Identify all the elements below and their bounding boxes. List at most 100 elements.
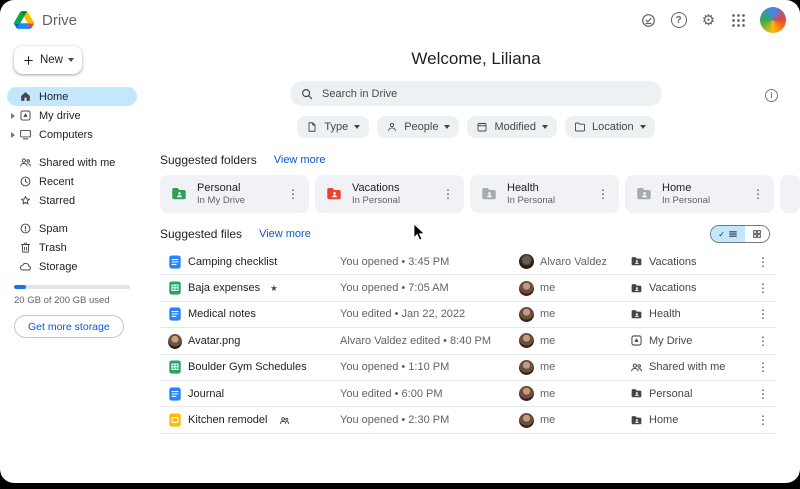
file-location[interactable]: Home bbox=[630, 414, 751, 427]
slides-file-icon bbox=[168, 413, 182, 427]
search-bar[interactable] bbox=[290, 81, 662, 106]
owner-avatar bbox=[519, 254, 534, 269]
more-options-icon[interactable]: ⋮ bbox=[753, 385, 773, 403]
folder-icon bbox=[574, 121, 586, 133]
file-row-journal[interactable]: Journal You edited • 6:00 PM me Personal… bbox=[160, 381, 775, 407]
search-input[interactable] bbox=[322, 88, 652, 100]
sidebar-item-home[interactable]: Home bbox=[7, 87, 137, 106]
more-options-icon[interactable]: ⋮ bbox=[283, 186, 303, 202]
sidebar-item-computers[interactable]: Computers bbox=[7, 125, 137, 144]
sidebar-item-starred[interactable]: Starred bbox=[7, 191, 137, 210]
filter-chip-modified[interactable]: Modified bbox=[467, 116, 557, 138]
owner-avatar bbox=[519, 360, 534, 375]
more-options-icon[interactable]: ⋮ bbox=[593, 186, 613, 202]
main-content: Welcome, Liliana i Type People bbox=[152, 40, 800, 434]
settings-gear-icon[interactable]: ⚙ bbox=[700, 12, 717, 29]
files-view-more-link[interactable]: View more bbox=[259, 228, 311, 240]
file-location[interactable]: My Drive bbox=[630, 334, 751, 347]
person-icon bbox=[386, 121, 398, 133]
shared-folder-icon bbox=[630, 414, 643, 427]
file-row-camping-checklist[interactable]: Camping checklist You opened • 3:45 PM A… bbox=[160, 249, 775, 275]
suggested-folders-title: Suggested folders bbox=[160, 153, 257, 167]
folder-card-location: In Personal bbox=[352, 195, 429, 206]
file-row-avatar-png[interactable]: Avatar.png Alvaro Valdez edited • 8:40 P… bbox=[160, 328, 775, 354]
help-icon[interactable]: ? bbox=[670, 12, 687, 29]
check-icon: ✓ bbox=[718, 230, 725, 239]
list-view-button[interactable]: ✓ bbox=[711, 226, 745, 242]
file-location[interactable]: Vacations bbox=[630, 255, 751, 268]
sidebar-item-trash[interactable]: Trash bbox=[7, 238, 137, 257]
filter-chip-people[interactable]: People bbox=[377, 116, 459, 138]
sidebar-item-storage[interactable]: Storage bbox=[7, 257, 137, 276]
expand-caret-icon[interactable] bbox=[11, 132, 15, 138]
owner-avatar bbox=[519, 281, 534, 296]
drive-logo-icon bbox=[14, 11, 34, 29]
owner-name: me bbox=[540, 361, 555, 373]
file-row-kitchen-remodel[interactable]: Kitchen remodel You opened • 2:30 PM me … bbox=[160, 407, 775, 433]
file-location[interactable]: Shared with me bbox=[630, 361, 751, 374]
filter-chip-location[interactable]: Location bbox=[565, 116, 655, 138]
more-options-icon[interactable]: ⋮ bbox=[438, 186, 458, 202]
file-row-medical-notes[interactable]: Medical notes You edited • Jan 22, 2022 … bbox=[160, 302, 775, 328]
storage-progress-bar bbox=[14, 285, 130, 289]
drive-logo-area[interactable]: Drive bbox=[14, 11, 77, 29]
more-options-icon[interactable]: ⋮ bbox=[753, 332, 773, 350]
folder-card-home[interactable]: Home In Personal ⋮ bbox=[625, 175, 774, 213]
file-activity: You edited • Jan 22, 2022 bbox=[340, 308, 519, 320]
more-options-icon[interactable]: ⋮ bbox=[753, 411, 773, 429]
people-icon bbox=[630, 361, 643, 374]
filter-chip-type[interactable]: Type bbox=[297, 116, 369, 138]
docs-file-icon bbox=[168, 307, 182, 321]
sheets-file-icon bbox=[168, 281, 182, 295]
more-options-icon[interactable]: ⋮ bbox=[753, 253, 773, 271]
folder-card-location: In My Drive bbox=[197, 195, 274, 206]
owner-name: me bbox=[540, 414, 555, 426]
search-icon bbox=[300, 87, 314, 101]
folder-card-name: Personal bbox=[197, 182, 274, 194]
folder-card-name: Health bbox=[507, 182, 584, 194]
plus-icon bbox=[22, 54, 35, 67]
file-location[interactable]: Health bbox=[630, 308, 751, 321]
expand-caret-icon[interactable] bbox=[11, 113, 15, 119]
cloud-icon bbox=[19, 260, 32, 273]
top-bar: Drive ? ⚙ bbox=[0, 0, 800, 40]
more-options-icon[interactable]: ⋮ bbox=[753, 279, 773, 297]
get-more-storage-button[interactable]: Get more storage bbox=[14, 315, 124, 338]
files-table: Camping checklist You opened • 3:45 PM A… bbox=[160, 249, 775, 434]
chevron-down-icon bbox=[444, 125, 450, 129]
folder-card-vacations[interactable]: Vacations In Personal ⋮ bbox=[315, 175, 464, 213]
folder-card-health[interactable]: Health In Personal ⋮ bbox=[470, 175, 619, 213]
account-avatar[interactable] bbox=[760, 7, 786, 33]
info-icon[interactable]: i bbox=[765, 89, 778, 102]
grid-view-button[interactable] bbox=[745, 226, 769, 242]
file-row-boulder-gym-schedules[interactable]: Boulder Gym Schedules You opened • 1:10 … bbox=[160, 355, 775, 381]
folder-card-personal[interactable]: Personal In My Drive ⋮ bbox=[160, 175, 309, 213]
file-type-icon bbox=[306, 121, 318, 133]
more-options-icon[interactable]: ⋮ bbox=[748, 186, 768, 202]
more-options-icon[interactable]: ⋮ bbox=[753, 305, 773, 323]
file-location[interactable]: Vacations bbox=[630, 282, 751, 295]
sidebar-item-my-drive[interactable]: My drive bbox=[7, 106, 137, 125]
shared-people-icon bbox=[279, 415, 290, 426]
offline-status-icon[interactable] bbox=[640, 12, 657, 29]
more-options-icon[interactable]: ⋮ bbox=[753, 358, 773, 376]
folder-card-location: In Personal bbox=[662, 195, 739, 206]
folders-view-more-link[interactable]: View more bbox=[274, 154, 326, 166]
my-drive-icon bbox=[630, 334, 643, 347]
grid-view-icon bbox=[752, 229, 762, 239]
sidebar-item-recent[interactable]: Recent bbox=[7, 172, 137, 191]
file-location[interactable]: Personal bbox=[630, 387, 751, 400]
apps-grid-icon[interactable] bbox=[730, 12, 747, 29]
sidebar-item-spam[interactable]: Spam bbox=[7, 219, 137, 238]
shared-folder-icon bbox=[325, 185, 343, 203]
file-row-baja-expenses[interactable]: Baja expenses ★ You opened • 7:05 AM me … bbox=[160, 275, 775, 301]
view-toggle: ✓ bbox=[710, 225, 770, 243]
chevron-down-icon bbox=[640, 125, 646, 129]
filter-chips: Type People Modified Location bbox=[152, 116, 800, 138]
shared-folder-icon bbox=[635, 185, 653, 203]
folder-card-partial[interactable] bbox=[780, 175, 800, 213]
my-drive-icon bbox=[19, 109, 32, 122]
sidebar-item-shared-with-me[interactable]: Shared with me bbox=[7, 153, 137, 172]
new-button[interactable]: New bbox=[14, 46, 82, 74]
computers-icon bbox=[19, 128, 32, 141]
